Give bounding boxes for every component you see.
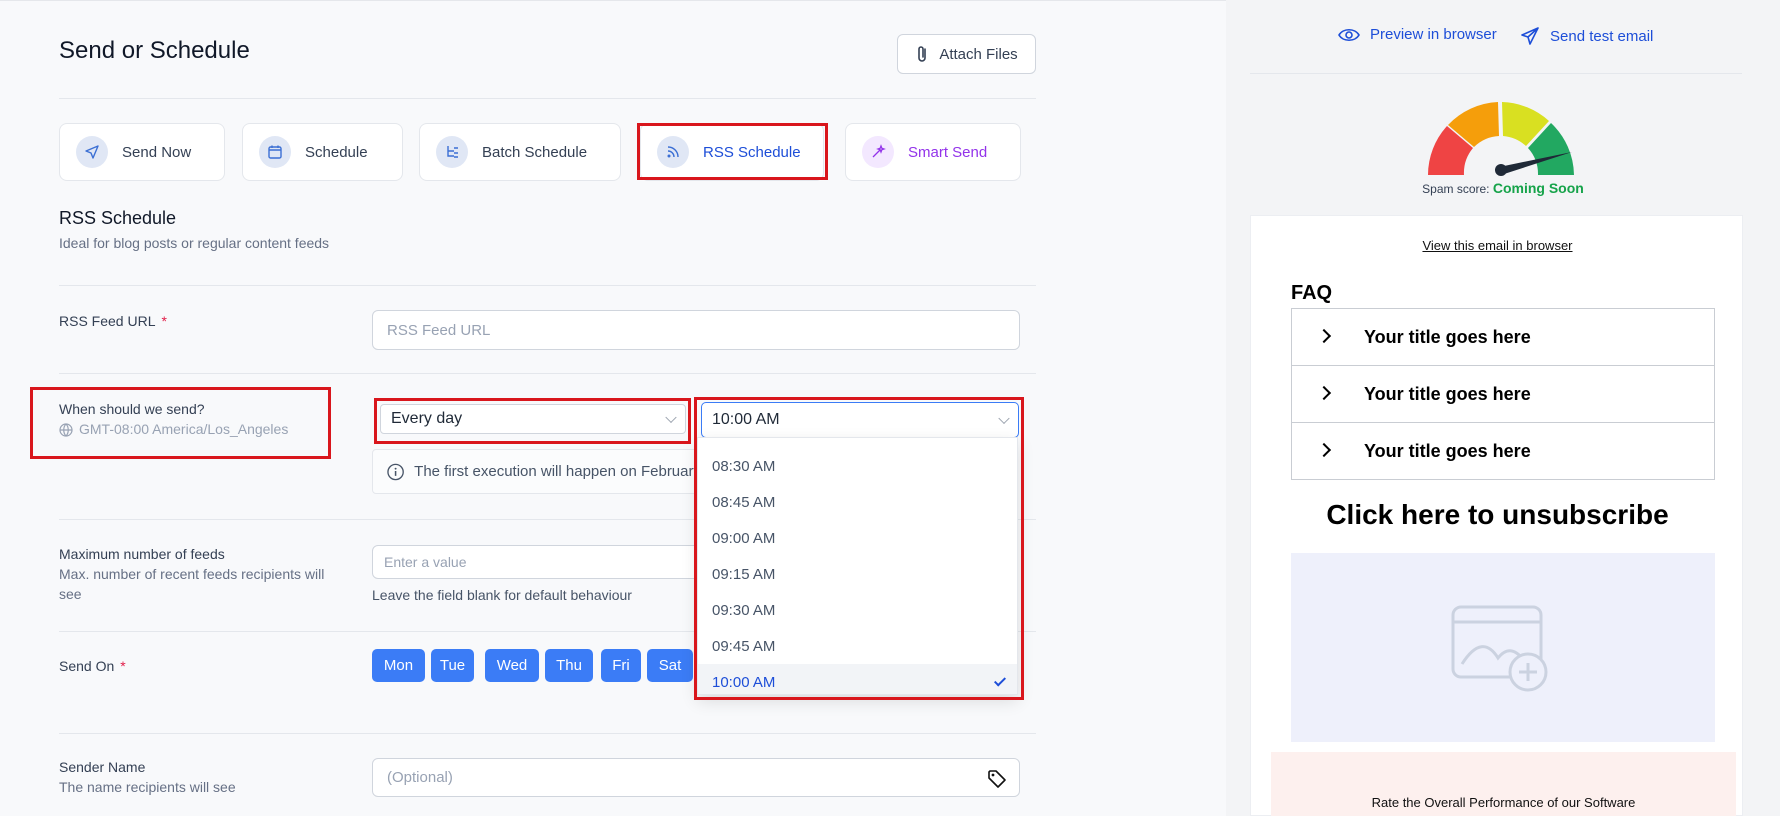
max-feeds-helper: Leave the field blank for default behavi… [372,587,632,603]
send-icon [76,136,108,168]
info-icon [387,463,404,480]
sender-name-sublabel: The name recipients will see [59,779,236,795]
time-select[interactable]: 10:00 AM [701,402,1019,438]
chevron-down-icon [998,412,1010,425]
mode-send-now[interactable]: Send Now [59,123,225,181]
faq-item[interactable]: Your title goes here [1291,365,1715,423]
mode-label: Smart Send [908,143,988,161]
checkmark-icon [993,674,1007,687]
calendar-icon [259,136,291,168]
mode-label: RSS Schedule [703,143,801,161]
send-schedule-panel: Send or Schedule Attach Files Send Now S… [0,0,1226,816]
time-option[interactable]: 09:00 AM [698,520,1017,556]
day-wed[interactable]: Wed [485,649,539,682]
image-placeholder [1291,553,1715,742]
faq-title: FAQ [1291,282,1333,304]
attach-files-label: Attach Files [939,45,1018,63]
day-sat[interactable]: Sat [647,649,693,682]
time-dropdown: 08:30 AM 08:45 AM 09:00 AM 09:15 AM 09:3… [697,437,1018,695]
attach-files-button[interactable]: Attach Files [897,34,1036,74]
spam-gauge-icon [1428,102,1574,176]
faq-item[interactable]: Your title goes here [1291,422,1715,480]
rss-icon [657,136,689,168]
view-in-browser-link[interactable]: View this email in browser [1251,238,1744,253]
faq-item[interactable]: Your title goes here [1291,308,1715,366]
unsubscribe-link[interactable]: Click here to unsubscribe [1251,499,1744,531]
section-subtitle: Ideal for blog posts or regular content … [59,235,330,251]
batch-icon [436,136,468,168]
divider [1250,73,1742,74]
mode-smart-send[interactable]: Smart Send [845,123,1021,181]
frequency-select[interactable]: Every day [380,404,686,434]
tag-icon [988,770,1006,788]
send-on-label: Send On * [59,658,126,674]
divider [59,285,1036,286]
section-title: RSS Schedule [59,208,177,228]
mode-label: Send Now [122,143,192,161]
day-tue[interactable]: Tue [431,649,474,682]
chevron-down-icon [665,411,677,424]
globe-icon [59,423,73,437]
send-test-email-link[interactable]: Send test email [1520,26,1653,46]
rss-feed-label: RSS Feed URL * [59,313,167,329]
mode-schedule[interactable]: Schedule [242,123,403,181]
rating-text: Rate the Overall Performance of our Soft… [1371,795,1636,810]
sender-name-input[interactable]: (Optional) [372,758,1020,797]
sender-name-label: Sender Name [59,759,146,775]
sparkle-icon [862,136,894,168]
rating-section: Rate the Overall Performance of our Soft… [1271,752,1736,816]
max-feeds-label: Maximum number of feeds [59,546,225,562]
paperclip-icon [918,46,927,62]
mode-label: Schedule [305,143,368,161]
image-add-icon [1451,605,1548,691]
chevron-right-icon [1316,328,1332,344]
day-mon[interactable]: Mon [372,649,425,682]
first-execution-info: The first execution will happen on Febru… [372,449,702,494]
send-icon [1521,27,1539,45]
time-option[interactable]: 09:30 AM [698,592,1017,628]
spam-score: Spam score: Coming Soon [1422,180,1584,196]
time-option-selected[interactable]: 10:00 AM [698,664,1017,694]
when-label: When should we send? [59,401,205,417]
chevron-right-icon [1316,385,1332,401]
max-feeds-sublabel: Max. number of recent feeds recipients w… [59,566,325,602]
eye-icon [1338,28,1360,41]
preview-in-browser-link[interactable]: Preview in browser [1338,26,1497,43]
page-title: Send or Schedule [59,37,250,64]
chevron-right-icon [1316,442,1332,458]
mode-rss-schedule[interactable]: RSS Schedule [640,123,824,181]
time-option[interactable]: 08:30 AM [698,448,1017,484]
preview-panel: Preview in browser Send test email Spam … [1226,0,1780,816]
mode-label: Batch Schedule [482,143,588,161]
time-option[interactable]: 09:15 AM [698,556,1017,592]
divider [59,733,1036,734]
time-option[interactable]: 08:45 AM [698,484,1017,520]
email-preview: View this email in browser FAQ Your titl… [1250,215,1743,816]
divider [59,373,1036,374]
divider [59,98,1036,99]
time-option[interactable]: 09:45 AM [698,628,1017,664]
day-thu[interactable]: Thu [545,649,593,682]
rss-feed-input[interactable]: RSS Feed URL [372,310,1020,350]
day-fri[interactable]: Fri [601,649,641,682]
max-feeds-input[interactable]: Enter a value [372,545,702,579]
mode-batch-schedule[interactable]: Batch Schedule [419,123,621,181]
timezone-label: GMT-08:00 America/Los_Angeles [59,419,288,439]
